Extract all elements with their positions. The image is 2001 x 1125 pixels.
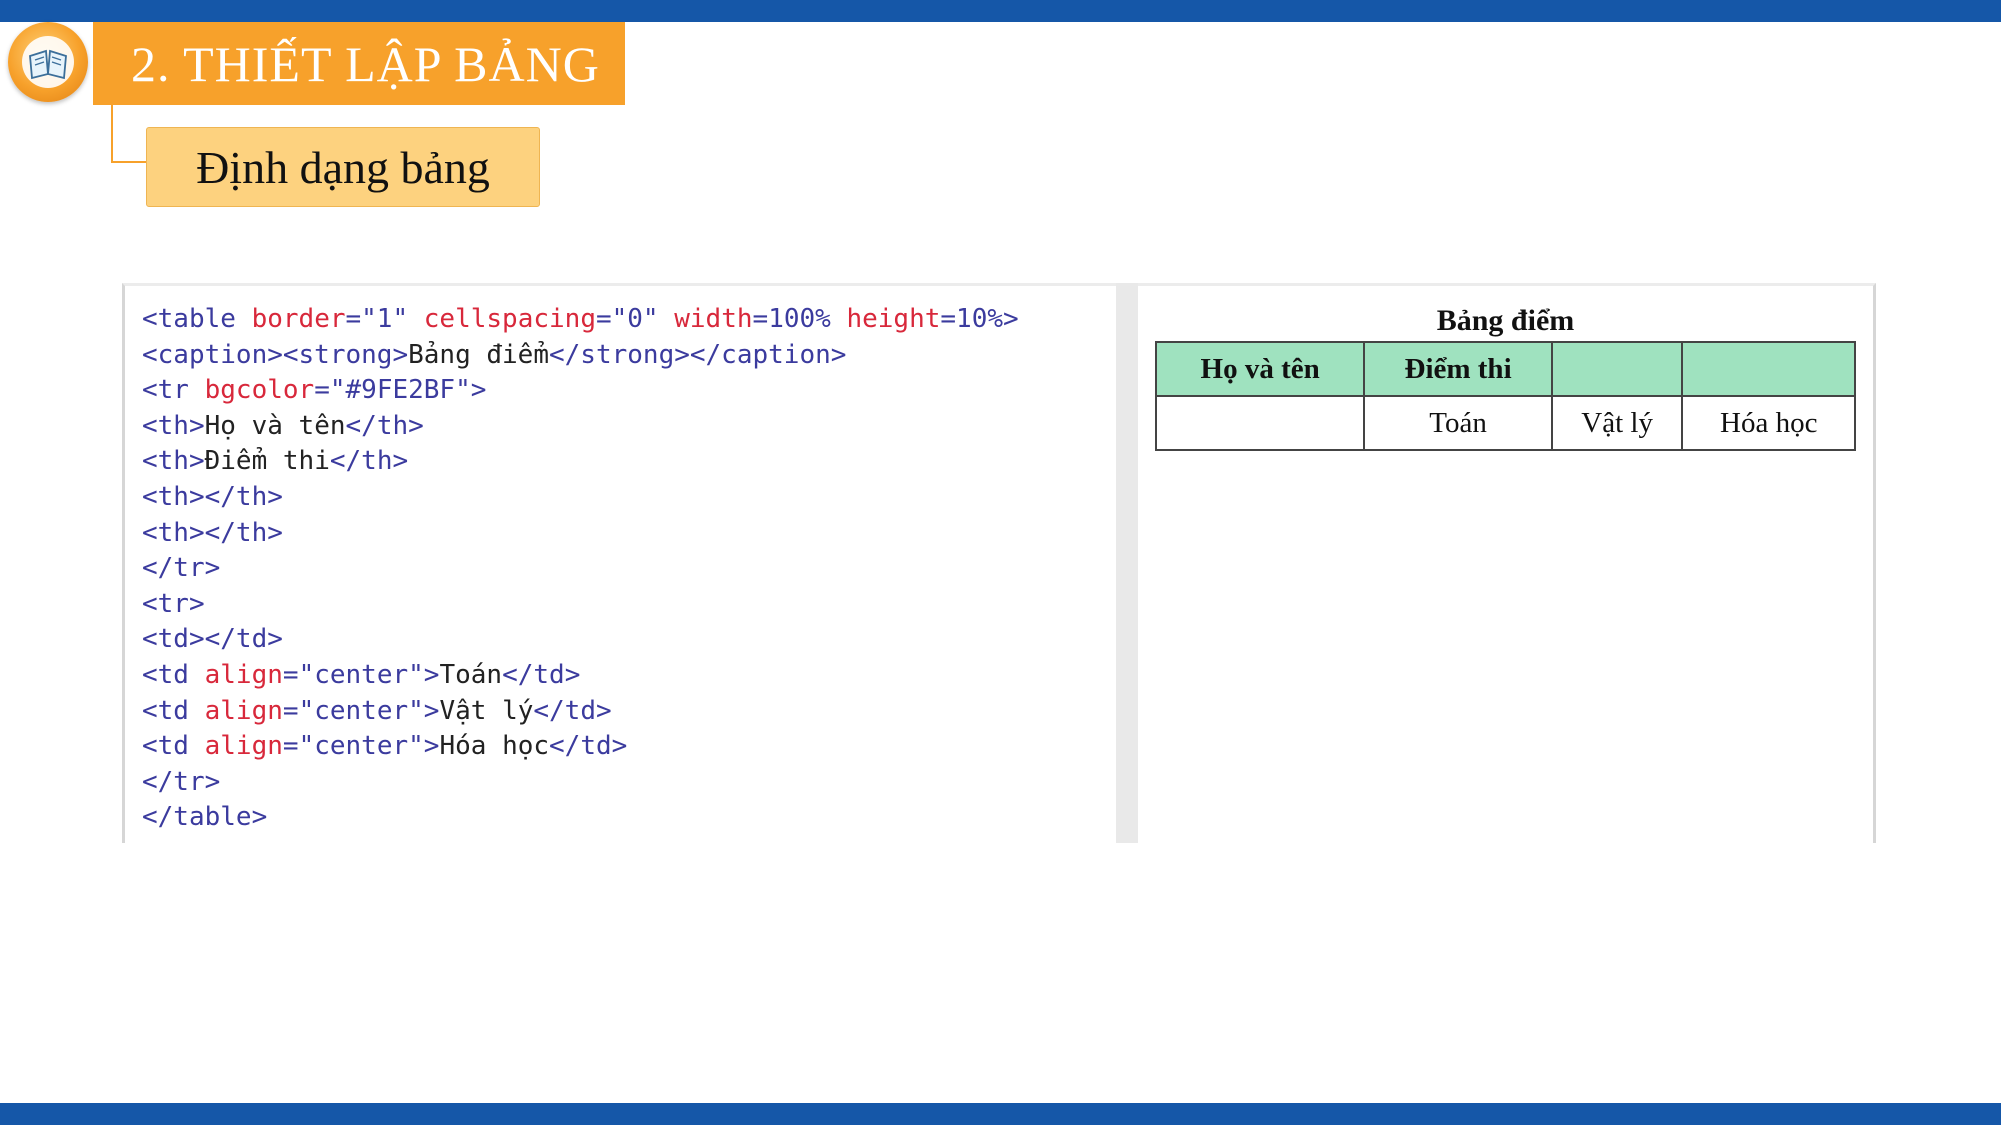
header-cell [1681,341,1856,397]
code-line: <table border="1" cellspacing="0" width=… [142,302,1116,338]
code-line: </tr> [142,765,1116,801]
code-token: > [423,731,440,762]
connector-line [111,105,113,163]
slide-title-box: 2. THIẾT LẬP BẢNG [93,22,625,105]
code-token: = [345,304,362,334]
code-line: <th>Điểm thi</th> [142,444,1116,480]
code-token: = [752,304,769,334]
panel-divider [1116,283,1138,843]
code-token: align [204,731,283,762]
table-caption: Bảng điểm [1436,304,1575,337]
code-line: </table> [142,800,1116,836]
code-token: "1" [361,304,424,334]
code-token: "center" [298,659,424,690]
code-token: Toán [439,659,503,690]
code-token: align [204,659,283,690]
code-line: <tr> [142,587,1116,623]
slide-title: 2. THIẾT LẬP BẢNG [131,35,600,92]
code-token: <table [142,304,252,334]
code-token: = [595,304,612,334]
code-token: "center" [298,695,424,726]
bottom-bar [0,1103,2001,1125]
preview-panel: Bảng điểm Họ và tên Điểm thi Toán Vật lý… [1138,283,1876,843]
code-line: <th>Họ và tên</th> [142,409,1116,445]
code-token: </tr> [142,553,221,584]
code-token: > [423,695,440,726]
code-line: <th></th> [142,516,1116,552]
connector-line-horizontal [111,161,146,163]
code-token: </th> [329,446,409,477]
code-token: cellspacing [423,304,596,334]
code-token: > [1003,304,1019,334]
code-token: = [282,731,299,762]
code-token: </td> [502,659,581,690]
top-bar [0,0,2001,22]
code-line: <td align="center">Toán</td> [142,658,1116,694]
code-token: <caption><strong> [142,339,409,370]
code-token: </th> [345,410,424,441]
code-token: <tr [142,375,205,406]
code-token: bgcolor [204,375,315,406]
code-line: </tr> [142,551,1116,587]
code-token: 100% [768,304,847,334]
code-token: <th></th> [142,481,283,512]
code-token: <td [142,731,205,762]
code-line: <td align="center">Hóa học</td> [142,729,1116,765]
code-token: <th></th> [142,517,283,548]
code-token: "center" [298,731,424,762]
table-header-row: Họ và tên Điểm thi [1154,341,1856,397]
header-cell: Họ và tên [1154,341,1366,397]
code-token: <td [142,659,205,690]
code-token: Họ và tên [204,410,346,441]
table-cell: Vật lý [1550,395,1684,451]
code-token: <th> [142,410,205,441]
table-cell: Toán [1363,395,1553,451]
code-token: </td> [533,695,612,726]
header-cell [1550,341,1684,397]
table-row: Toán Vật lý Hóa học [1154,395,1856,451]
code-token: <td [142,695,205,726]
code-line: <caption><strong>Bảng điểm</strong></cap… [142,338,1116,374]
code-token: height [846,304,941,334]
code-token: <tr> [142,588,205,619]
code-token: </tr> [142,766,221,797]
code-token: </td> [549,731,628,762]
code-line: <td align="center">Vật lý</td> [142,694,1116,730]
code-token: Vật lý [439,695,534,726]
code-line: <tr bgcolor="#9FE2BF"> [142,373,1116,409]
code-token: </table> [142,802,268,833]
subtitle-box: Định dạng bảng [146,127,540,207]
header-cell: Điểm thi [1363,341,1553,397]
table-cell: Hóa học [1681,395,1856,451]
code-token: </strong></caption> [549,339,847,370]
code-line: <td></td> [142,622,1116,658]
grade-table: Họ và tên Điểm thi Toán Vật lý Hóa học [1154,341,1856,451]
code-token: Điểm thi [204,446,330,477]
code-token: = [940,304,957,334]
book-icon [8,22,88,102]
code-token: Bảng điểm [408,339,549,370]
code-token: = [282,659,299,690]
code-token: <th> [142,446,205,477]
code-token: align [204,695,283,726]
code-token: = [282,695,299,726]
code-token: "0" [611,304,675,334]
code-token: > [470,375,487,406]
code-panel: <table border="1" cellspacing="0" width=… [122,283,1116,843]
table-cell [1154,395,1366,451]
code-line: <th></th> [142,480,1116,516]
code-token: Hóa học [439,731,550,762]
code-token: = [314,375,330,406]
code-token: > [423,659,440,690]
slide-subtitle: Định dạng bảng [196,141,490,193]
code-token: 10% [956,304,1004,334]
code-token: width [674,304,753,334]
code-token: border [251,304,346,334]
code-token: "#9FE2BF" [329,375,471,406]
code-token: <td></td> [142,624,283,655]
